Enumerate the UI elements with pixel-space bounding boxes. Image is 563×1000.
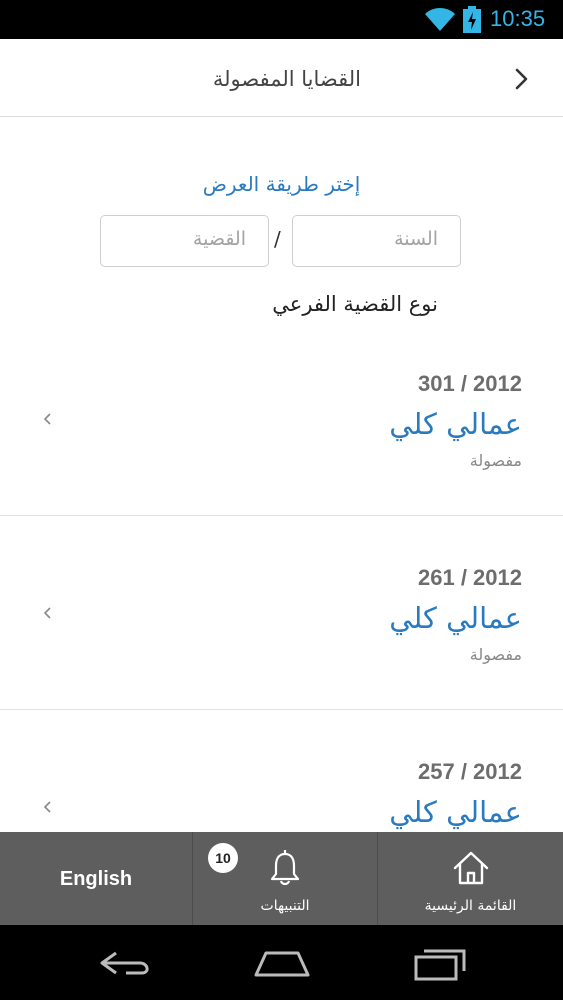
notification-count-badge: 10	[208, 843, 238, 873]
status-bar: 10:35	[0, 0, 563, 39]
screen: 10:35 القضايا المفصولة إختر طريقة العرض …	[0, 0, 563, 1000]
battery-charging-icon	[463, 6, 481, 33]
page-title: القضايا المفصولة	[212, 67, 361, 91]
field-separator: /	[274, 227, 281, 251]
system-back-icon[interactable]	[96, 943, 156, 983]
back-chevron-icon[interactable]	[508, 65, 536, 93]
case-number-input[interactable]: القضية	[100, 215, 269, 267]
chevron-left-icon	[43, 607, 51, 619]
wifi-icon	[425, 8, 455, 31]
case-item[interactable]: 257 / 2012 عمالي كلي	[0, 710, 563, 832]
tab-main-menu-label: القائمة الرئيسية	[424, 898, 517, 914]
case-number: 261 / 2012	[418, 565, 522, 590]
tab-notifications[interactable]: 10 التنبيهات	[193, 832, 378, 925]
case-item[interactable]: 261 / 2012 عمالي كلي مفصولة	[0, 516, 563, 710]
year-placeholder: السنة	[394, 228, 438, 250]
clock: 10:35	[490, 6, 546, 31]
bell-icon	[270, 850, 300, 886]
tab-notifications-label: التنبيهات	[260, 898, 310, 914]
system-home-icon[interactable]	[252, 943, 312, 983]
system-recent-apps-icon[interactable]	[410, 943, 470, 983]
filter-title: إختر طريقة العرض	[202, 172, 361, 196]
system-nav-bar	[0, 925, 563, 1000]
case-status: مفصولة	[469, 451, 522, 470]
case-subtype-value: نوع القضية الفرعي	[272, 292, 438, 316]
app-header: القضايا المفصولة	[0, 39, 563, 117]
case-list: 301 / 2012 عمالي كلي مفصولة 261 / 2012 ع…	[0, 322, 563, 832]
case-type: عمالي كلي	[389, 407, 522, 441]
tab-main-menu[interactable]: القائمة الرئيسية	[378, 832, 563, 925]
case-placeholder: القضية	[192, 228, 246, 250]
chevron-left-icon	[43, 413, 51, 425]
case-type: عمالي كلي	[389, 601, 522, 635]
case-item[interactable]: 301 / 2012 عمالي كلي مفصولة	[0, 322, 563, 516]
case-subtype-select[interactable]: نوع القضية الفرعي	[88, 287, 474, 323]
case-status: مفصولة	[469, 645, 522, 664]
case-number: 301 / 2012	[418, 371, 522, 396]
case-number: 257 / 2012	[418, 759, 522, 784]
case-type: عمالي كلي	[389, 795, 522, 829]
year-input[interactable]: السنة	[292, 215, 461, 267]
bottom-nav: القائمة الرئيسية 10 التنبيهات English	[0, 832, 563, 925]
language-toggle[interactable]: English	[0, 832, 193, 925]
chevron-left-icon	[43, 801, 51, 813]
language-label: English	[59, 868, 133, 890]
home-icon	[453, 851, 488, 885]
